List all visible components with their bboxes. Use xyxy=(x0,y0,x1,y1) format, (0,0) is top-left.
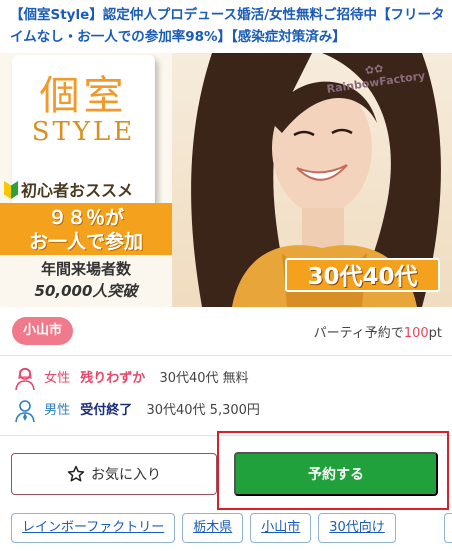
solo-rate-block: ９８％が お一人で参加 xyxy=(0,203,172,255)
favorite-button-label: お気に入り xyxy=(91,466,161,482)
visitors-line2: 50,000人突破 xyxy=(34,282,138,300)
female-person-icon xyxy=(15,367,35,391)
logo-kanji: 個室 xyxy=(39,73,128,119)
female-status: 残りわずか xyxy=(80,371,146,386)
points-prefix: パーティ予約で xyxy=(313,326,404,341)
tag-link[interactable]: 小山市 xyxy=(250,513,312,543)
male-status: 受付終了 xyxy=(80,403,133,418)
male-person-icon xyxy=(15,400,35,423)
female-price: 30代40代 無料 xyxy=(159,371,249,386)
tag-link[interactable]: レインボーファクトリー xyxy=(11,513,176,543)
male-availability-row: 男性 受付終了 30代40代 5,300円 xyxy=(14,398,444,424)
event-banner-image[interactable]: ✿✿ RainbowFactory 30代40代 個室 STYLE 初心者おスス… xyxy=(0,53,452,307)
beginner-mark-icon xyxy=(4,181,18,199)
female-label: 女性 xyxy=(44,371,71,386)
favorite-button[interactable]: お気に入り xyxy=(11,453,217,495)
points-unit: pt xyxy=(428,326,442,341)
female-availability-row: 女性 残りわずか 30代40代 無料 xyxy=(14,366,444,392)
tag-link[interactable]: 栃木県 xyxy=(182,513,244,543)
beginner-text: 初心者おススメ xyxy=(21,181,134,200)
solo-rate-line2: お一人で参加 xyxy=(28,231,143,253)
banner-info-panel: 個室 STYLE 初心者おススメ ９８％が お一人で参加 年間来場者数 50,0… xyxy=(0,53,172,307)
visitors-stat: 年間来場者数 50,000人突破 xyxy=(0,258,172,302)
male-price: 30代40代 5,300円 xyxy=(146,403,260,418)
tag-overflow-indicator xyxy=(444,513,452,543)
logo-word: STYLE xyxy=(31,117,136,147)
star-icon xyxy=(67,465,85,482)
visitors-line1: 年間来場者数 xyxy=(40,260,131,278)
solo-rate-line1: ９８％が xyxy=(47,207,124,229)
city-badge: 小山市 xyxy=(12,317,74,345)
age-group-badge: 30代40代 xyxy=(285,258,440,292)
divider xyxy=(0,355,452,356)
beginner-recommend: 初心者おススメ xyxy=(4,177,170,200)
points-value: 100 xyxy=(403,326,429,341)
reservation-points: パーティ予約で100pt xyxy=(314,322,442,341)
male-label: 男性 xyxy=(44,403,71,418)
event-title-link[interactable]: 【個室Style】認定仲人プロデュース婚活/女性無料ご招待中【フリータイムなし・… xyxy=(10,4,446,48)
tag-link[interactable]: 30代向け xyxy=(318,513,396,543)
tag-list: レインボーファクトリー 栃木県 小山市 30代向け xyxy=(11,513,403,545)
reserve-button[interactable]: 予約する xyxy=(234,452,438,496)
